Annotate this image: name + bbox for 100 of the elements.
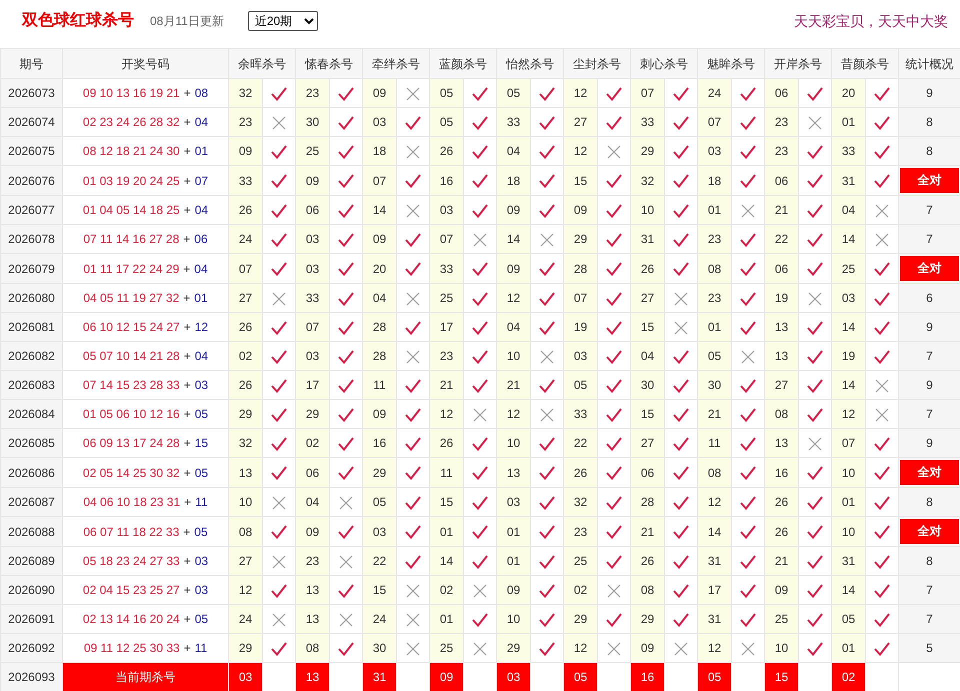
pick-number: 26 bbox=[630, 254, 664, 284]
hit-count: 9 bbox=[898, 370, 960, 400]
current-kill-number: 16 bbox=[630, 662, 664, 691]
pick-number: 06 bbox=[764, 254, 798, 284]
pick-number: 22 bbox=[764, 224, 798, 254]
main-numbers: 01 03 19 20 24 25 bbox=[82, 174, 180, 188]
pick-number: 17 bbox=[296, 370, 330, 400]
pick-number: 33 bbox=[630, 108, 664, 136]
pick-number: 12 bbox=[564, 78, 598, 108]
pick-number: 11 bbox=[698, 428, 732, 458]
pick-number: 05 bbox=[564, 370, 598, 400]
pick-number: 02 bbox=[430, 576, 464, 604]
pick-number: 15 bbox=[630, 312, 664, 342]
pick-number: 12 bbox=[430, 400, 464, 428]
bonus-number: 01 bbox=[194, 144, 208, 158]
pick-number: 30 bbox=[296, 108, 330, 136]
pick-number: 32 bbox=[228, 428, 262, 458]
pick-number: 26 bbox=[564, 458, 598, 488]
plus-sign: + bbox=[184, 436, 191, 450]
main-numbers: 06 07 11 18 22 33 bbox=[83, 524, 180, 538]
pick-number: 07 bbox=[564, 284, 598, 312]
pick-number: 05 bbox=[430, 108, 464, 136]
column-header: 统计概况 bbox=[898, 48, 960, 78]
pick-number: 05 bbox=[362, 488, 396, 516]
bonus-number: 04 bbox=[194, 262, 208, 276]
pick-number: 24 bbox=[228, 224, 262, 254]
pick-number: 01 bbox=[496, 516, 530, 546]
main-numbers: 04 06 10 18 23 31 bbox=[83, 495, 180, 509]
pick-number: 10 bbox=[496, 342, 530, 370]
period-select[interactable]: 近20期 bbox=[248, 11, 318, 31]
pick-number: 19 bbox=[564, 312, 598, 342]
main-numbers: 06 09 13 17 24 28 bbox=[82, 436, 180, 450]
issue-cell: 2026093 bbox=[0, 662, 62, 691]
main-numbers: 08 12 18 21 24 30 bbox=[82, 144, 180, 158]
pick-number: 05 bbox=[496, 78, 530, 108]
plus-sign: + bbox=[184, 86, 191, 100]
pick-number: 16 bbox=[430, 166, 464, 196]
bonus-number: 04 bbox=[194, 349, 208, 363]
pick-number: 27 bbox=[228, 284, 262, 312]
pick-number: 29 bbox=[362, 458, 396, 488]
issue-cell: 2026082 bbox=[0, 342, 62, 370]
main-numbers: 06 10 12 15 24 27 bbox=[82, 320, 180, 334]
pick-number: 24 bbox=[362, 604, 396, 634]
pick-number: 32 bbox=[630, 166, 664, 196]
pick-number: 12 bbox=[496, 400, 530, 428]
hit-count: 8 bbox=[898, 546, 960, 576]
pick-number: 16 bbox=[764, 458, 798, 488]
pick-number: 09 bbox=[228, 136, 262, 166]
pick-number: 32 bbox=[228, 78, 262, 108]
current-kill-number: 02 bbox=[832, 662, 866, 691]
pick-number: 09 bbox=[496, 196, 530, 224]
main-numbers: 02 13 14 16 20 24 bbox=[82, 612, 180, 626]
predictor-header: 魅眸杀号 bbox=[698, 48, 764, 78]
issue-cell: 2026092 bbox=[0, 634, 62, 662]
issue-cell: 2026075 bbox=[0, 136, 62, 166]
pick-number: 26 bbox=[764, 516, 798, 546]
main-numbers: 02 04 15 23 25 27 bbox=[82, 583, 180, 597]
pick-number: 09 bbox=[296, 166, 330, 196]
pick-number: 23 bbox=[698, 224, 732, 254]
pick-number: 21 bbox=[764, 196, 798, 224]
pick-number: 21 bbox=[496, 370, 530, 400]
bonus-number: 07 bbox=[194, 174, 208, 188]
pick-number: 19 bbox=[764, 284, 798, 312]
pick-number: 27 bbox=[630, 428, 664, 458]
pick-number: 04 bbox=[496, 136, 530, 166]
pick-number: 13 bbox=[764, 312, 798, 342]
current-kill-number: 13 bbox=[296, 662, 330, 691]
pick-number: 10 bbox=[496, 428, 530, 458]
pick-number: 31 bbox=[698, 604, 732, 634]
predictor-header: 蓝颜杀号 bbox=[430, 48, 496, 78]
pick-number: 24 bbox=[228, 604, 262, 634]
pick-number: 08 bbox=[228, 516, 262, 546]
all-correct-badge: 全对 bbox=[900, 460, 959, 485]
hit-count: 5 bbox=[898, 634, 960, 662]
pick-number: 14 bbox=[496, 224, 530, 254]
pick-number: 04 bbox=[296, 488, 330, 516]
pick-number: 07 bbox=[698, 108, 732, 136]
pick-number: 02 bbox=[296, 428, 330, 458]
pick-number: 02 bbox=[228, 342, 262, 370]
predictor-header: 余晖杀号 bbox=[228, 48, 296, 78]
pick-number: 06 bbox=[296, 196, 330, 224]
pick-number: 25 bbox=[764, 604, 798, 634]
pick-number: 09 bbox=[362, 78, 396, 108]
pick-number: 07 bbox=[630, 78, 664, 108]
hit-count: 6 bbox=[898, 284, 960, 312]
update-date: 08月11日更新 bbox=[150, 13, 224, 30]
pick-number: 10 bbox=[228, 488, 262, 516]
pick-number: 13 bbox=[296, 604, 330, 634]
pick-number: 23 bbox=[764, 136, 798, 166]
main-numbers: 01 11 17 22 24 29 bbox=[83, 262, 180, 276]
pick-number: 18 bbox=[698, 166, 732, 196]
issue-cell: 2026091 bbox=[0, 604, 62, 634]
pick-number: 16 bbox=[362, 428, 396, 458]
bonus-number: 11 bbox=[194, 641, 208, 655]
issue-cell: 2026087 bbox=[0, 488, 62, 516]
pick-number: 29 bbox=[564, 224, 598, 254]
slogan-link[interactable]: 天天彩宝贝，天天中大奖 bbox=[794, 10, 948, 32]
pick-number: 23 bbox=[430, 342, 464, 370]
predictor-header: 昔颜杀号 bbox=[832, 48, 898, 78]
hit-count: 7 bbox=[898, 224, 960, 254]
